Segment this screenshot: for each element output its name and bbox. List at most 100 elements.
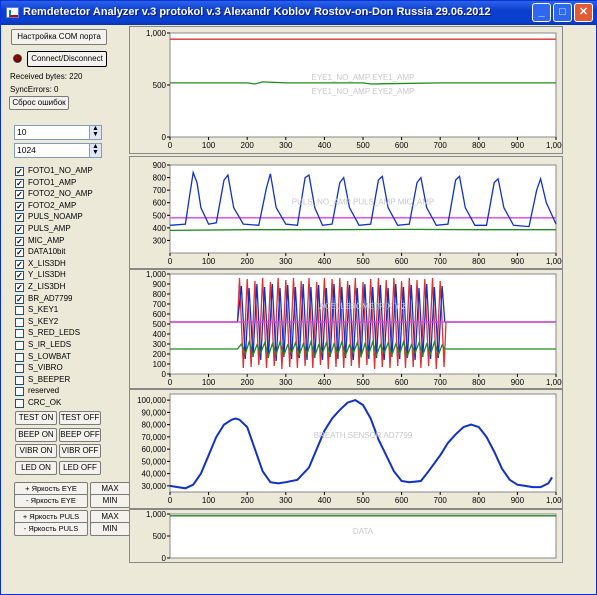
checkbox-checked-icon[interactable]: ✓ <box>15 283 24 292</box>
y-tick-label: 400 <box>153 224 167 233</box>
checkbox-empty-icon[interactable] <box>15 364 24 374</box>
x-tick-label: 200 <box>241 496 255 505</box>
channel-label: S_BEEPER <box>28 374 71 384</box>
checkbox-checked-icon[interactable]: ✓ <box>15 294 24 304</box>
chart-title: EYE1_NO_AMP EYE2_AMP <box>311 87 414 96</box>
checkbox-empty-icon[interactable] <box>15 306 24 316</box>
chart-panel-1[interactable]: 300 400 500 600 700 800 900 0 100 200 300 400 500 600… <box>129 156 567 269</box>
channel-label: S_KEY1 <box>28 305 59 315</box>
minimize-button[interactable]: _ <box>532 3 551 22</box>
x-tick-label: 100 <box>202 378 216 387</box>
eye-brightness-down-button[interactable]: - Яркость EYE <box>14 494 88 508</box>
x-tick-label: 900 <box>511 496 525 505</box>
channel-label: S_IR_LEDS <box>28 340 72 349</box>
x-tick-label: 800 <box>472 257 486 266</box>
connect-disconnect-button[interactable]: Connect/Disconnect <box>27 51 107 67</box>
chart-svg: 01002003004005006007008009001,0000 100 200… <box>146 270 567 387</box>
x-tick-label: 100 <box>202 141 216 150</box>
y-tick-label: 900 <box>153 161 167 170</box>
x-tick-label: 500 <box>356 257 370 266</box>
y-tick-label: 800 <box>153 174 167 183</box>
checkbox-checked-icon[interactable]: ✓ <box>15 190 24 200</box>
checkbox-empty-icon[interactable] <box>15 341 24 350</box>
checkbox-checked-icon[interactable]: ✓ <box>15 259 24 269</box>
x-tick-label: 500 <box>356 378 370 387</box>
channel-label: FOTO2_NO_AMP <box>28 189 93 199</box>
test-off-button[interactable]: TEST OFF <box>59 411 101 425</box>
chart-panel-4[interactable]: 0 500 1,000 DATA <box>129 509 563 563</box>
x-tick-label: 300 <box>279 141 293 150</box>
checkbox-checked-icon[interactable]: ✓ <box>15 236 24 246</box>
title-bar[interactable]: Remdetector Analyzer v.3 protokol v.3 Al… <box>1 1 597 25</box>
checkbox-empty-icon[interactable] <box>15 317 24 327</box>
checkbox-checked-icon[interactable]: ✓ <box>15 201 24 211</box>
puls-brightness-down-button[interactable]: - Яркость PULS <box>14 522 88 536</box>
x-tick-label: 0 <box>168 141 173 150</box>
spin-arrows-icon[interactable]: ▲ ▼ <box>89 125 101 139</box>
checkbox-empty-icon[interactable] <box>15 329 24 339</box>
led-on-button[interactable]: LED ON <box>15 460 57 475</box>
y-tick-label: 1,000 <box>146 510 167 519</box>
x-tick-label: 100 <box>202 496 216 505</box>
vibr-off-button[interactable]: VIBR OFF <box>59 444 101 458</box>
y-tick-label: 90,000 <box>142 408 167 417</box>
window-title: Remdetector Analyzer v.3 protokol v.3 Al… <box>23 6 491 18</box>
eye-min-button[interactable]: MIN <box>90 494 130 508</box>
param2-value: 1024 <box>17 145 36 155</box>
com-port-settings-button[interactable]: Настройка COM порта <box>11 29 107 45</box>
checkbox-checked-icon[interactable]: ✓ <box>15 213 24 223</box>
test-on-button[interactable]: TEST ON <box>15 411 57 425</box>
chart-panel-0[interactable]: 0 500 1,000 0 100 200 300 400 500 600 700 800 900 1,0… <box>129 26 567 154</box>
beep-on-button[interactable]: BEEP ON <box>15 427 57 442</box>
checkbox-checked-icon[interactable]: ✓ <box>15 167 24 176</box>
y-tick-label: 70,000 <box>142 433 167 442</box>
puls-min-button[interactable]: MIN <box>90 522 130 536</box>
chart-panel-2[interactable]: 0 100 200 300 400 500 600 700 800 900 1,000 0 100 200… <box>129 269 567 389</box>
x-tick-label: 900 <box>511 378 525 387</box>
y-tick-label: 0 <box>162 133 167 142</box>
reset-errors-button[interactable]: Сброс ошибок <box>9 96 69 110</box>
beep-off-button[interactable]: BEEP OFF <box>59 427 101 442</box>
x-tick-label: 200 <box>241 378 255 387</box>
channel-label: S_VIBRO <box>28 363 63 373</box>
y-tick-label: 500 <box>153 211 167 220</box>
x-tick-label: 1,000 <box>546 257 562 266</box>
checkbox-empty-icon[interactable] <box>15 399 24 408</box>
y-tick-label: 100,000 <box>137 396 166 405</box>
checkbox-checked-icon[interactable]: ✓ <box>15 271 24 281</box>
chart-panel-3[interactable]: 30,000 40,000 50,000 60,000 70,000 80,000 90,0… <box>129 389 567 509</box>
y-tick-label: 900 <box>153 280 167 289</box>
x-tick-label: 700 <box>434 378 448 387</box>
channel-label: Z_LIS3DH <box>28 282 66 291</box>
checkbox-empty-icon[interactable] <box>15 387 24 397</box>
param1-spinbox[interactable]: 10 ▲ ▼ <box>14 125 102 140</box>
checkbox-empty-icon[interactable] <box>15 375 24 385</box>
y-tick-label: 60,000 <box>142 445 167 454</box>
checkbox-checked-icon[interactable]: ✓ <box>15 248 24 258</box>
x-tick-label: 700 <box>434 496 448 505</box>
vibr-on-button[interactable]: VIBR ON <box>15 444 57 458</box>
x-tick-label: 1,000 <box>546 141 562 150</box>
chart-svg: 0 500 1,000 DATA <box>146 510 557 563</box>
checkbox-checked-icon[interactable]: ✓ <box>15 178 24 188</box>
chart-svg: 0 500 1,000 0 100 200 300 400 500 600 700 800 900 1,0… <box>146 29 567 150</box>
led-off-button[interactable]: LED OFF <box>59 460 101 475</box>
received-bytes-label: Received bytes: 220 <box>10 72 83 81</box>
chart-title: BREATH SENSOR AD7799 <box>314 431 413 440</box>
param2-spinbox[interactable]: 1024 ▲ ▼ <box>14 143 102 158</box>
y-tick-label: 300 <box>153 340 167 349</box>
x-tick-label: 400 <box>318 141 332 150</box>
channel-label: FOTO1_AMP <box>28 177 77 187</box>
checkbox-empty-icon[interactable] <box>15 352 24 362</box>
x-tick-label: 200 <box>241 141 255 150</box>
x-tick-label: 100 <box>202 257 216 266</box>
maximize-button[interactable]: □ <box>553 3 572 22</box>
close-button[interactable]: ✕ <box>574 3 593 22</box>
y-tick-label: 1,000 <box>146 29 167 38</box>
chart-title: PULS_NO_AMP PULS_AMP MIC_AMP <box>292 198 434 207</box>
x-tick-label: 900 <box>511 257 525 266</box>
checkbox-checked-icon[interactable]: ✓ <box>15 225 24 234</box>
chart-svg: 30,000 40,000 50,000 60,000 70,000 80,000 90,0… <box>137 393 567 505</box>
x-tick-label: 600 <box>395 378 409 387</box>
spin-arrows-icon[interactable]: ▲ ▼ <box>89 143 101 157</box>
